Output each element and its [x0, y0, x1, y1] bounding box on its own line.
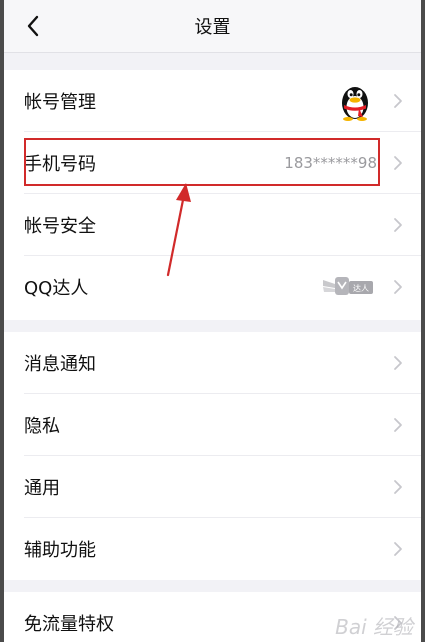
chevron-right-icon: [394, 280, 402, 294]
settings-row-general[interactable]: 通用: [4, 456, 421, 518]
general-settings-group: 消息通知 隐私 通用 辅助功能: [4, 332, 421, 580]
settings-row-phone-number[interactable]: 手机号码 183******98: [4, 132, 421, 194]
chevron-right-icon: [394, 356, 402, 370]
row-label: 手机号码: [24, 154, 96, 175]
row-label: 帐号管理: [24, 92, 96, 113]
settings-row-accessibility[interactable]: 辅助功能: [4, 518, 421, 580]
qq-penguin-avatar: [342, 87, 368, 121]
row-label: 帐号安全: [24, 216, 96, 237]
settings-row-account-security[interactable]: 帐号安全: [4, 194, 421, 256]
settings-row-free-data-privilege[interactable]: 免流量特权: [4, 592, 421, 642]
privilege-settings-group: 免流量特权: [4, 592, 421, 642]
phone-number-value: 183******98: [284, 154, 377, 172]
chevron-right-icon: [394, 156, 402, 170]
row-label: 隐私: [24, 416, 60, 437]
chevron-right-icon: [394, 480, 402, 494]
svg-text:达人: 达人: [353, 283, 369, 293]
settings-row-qq-talent[interactable]: QQ达人 达人: [4, 256, 421, 318]
row-label: QQ达人: [24, 278, 89, 299]
row-label: 通用: [24, 478, 60, 499]
settings-row-privacy[interactable]: 隐私: [4, 394, 421, 456]
navigation-bar: 设置: [4, 0, 421, 53]
settings-row-message-notification[interactable]: 消息通知: [4, 332, 421, 394]
settings-row-account-management[interactable]: 帐号管理: [4, 70, 421, 132]
page-title: 设置: [194, 17, 231, 38]
chevron-right-icon: [394, 616, 402, 630]
account-settings-group: 帐号管理 手机号码 183******98 帐号安全 QQ达人 达人: [4, 70, 421, 320]
row-label: 辅助功能: [24, 540, 96, 561]
chevron-right-icon: [394, 418, 402, 432]
qq-talent-badge-icon: 达人: [323, 277, 373, 295]
chevron-right-icon: [394, 542, 402, 556]
row-label: 消息通知: [24, 354, 96, 375]
settings-screen: 设置 帐号管理 手机号码 183******98 帐号安全 QQ达人 达人 消息…: [4, 0, 421, 642]
chevron-right-icon: [394, 218, 402, 232]
row-label: 免流量特权: [24, 614, 114, 635]
chevron-right-icon: [394, 94, 402, 108]
